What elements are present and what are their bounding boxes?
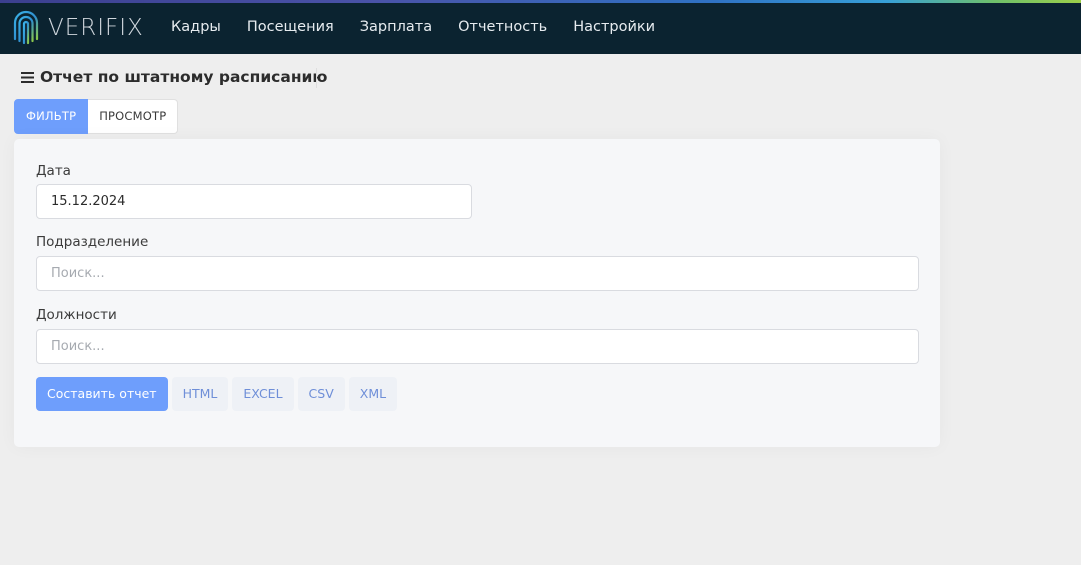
title-divider [316,68,317,88]
positions-search-input[interactable]: Поиск... [36,329,919,364]
export-xml-button[interactable]: XML [348,377,398,411]
page-title: Отчет по штатному расписанию [40,68,328,86]
tab-preview[interactable]: Просмотр [88,99,179,134]
nav-item-staff[interactable]: Кадры [158,0,234,54]
filter-card: Дата 15.12.2024 Подразделение Поиск... Д… [14,139,940,447]
division-search-input[interactable]: Поиск... [36,256,919,291]
hamburger-menu-icon[interactable] [21,71,34,83]
export-html-button[interactable]: HTML [171,377,229,411]
main-nav: Кадры Посещения Зарплата Отчетность Наст… [158,0,668,54]
nav-item-reports[interactable]: Отчетность [445,0,560,54]
nav-item-settings[interactable]: Настройки [560,0,668,54]
page-header: Отчет по штатному расписанию [21,66,327,88]
report-actions: Составить отчет HTML EXCEL CSV XML [36,377,398,411]
nav-item-payroll[interactable]: Зарплата [347,0,445,54]
brand-name: VERIFIX [48,15,144,41]
fingerprint-logo-icon [13,10,39,45]
positions-label: Должности [36,307,117,323]
generate-report-button[interactable]: Составить отчет [36,377,168,411]
logo[interactable]: VERIFIX [12,8,144,48]
date-label: Дата [36,163,71,179]
division-label: Подразделение [36,234,149,250]
export-excel-button[interactable]: EXCEL [232,377,294,411]
top-navbar: VERIFIX Кадры Посещения Зарплата Отчетно… [0,0,1081,54]
nav-item-attendance[interactable]: Посещения [234,0,347,54]
view-tabs: Фильтр Просмотр [14,99,179,134]
date-input[interactable]: 15.12.2024 [36,184,472,219]
tab-filter[interactable]: Фильтр [14,99,89,134]
export-csv-button[interactable]: CSV [297,377,345,411]
